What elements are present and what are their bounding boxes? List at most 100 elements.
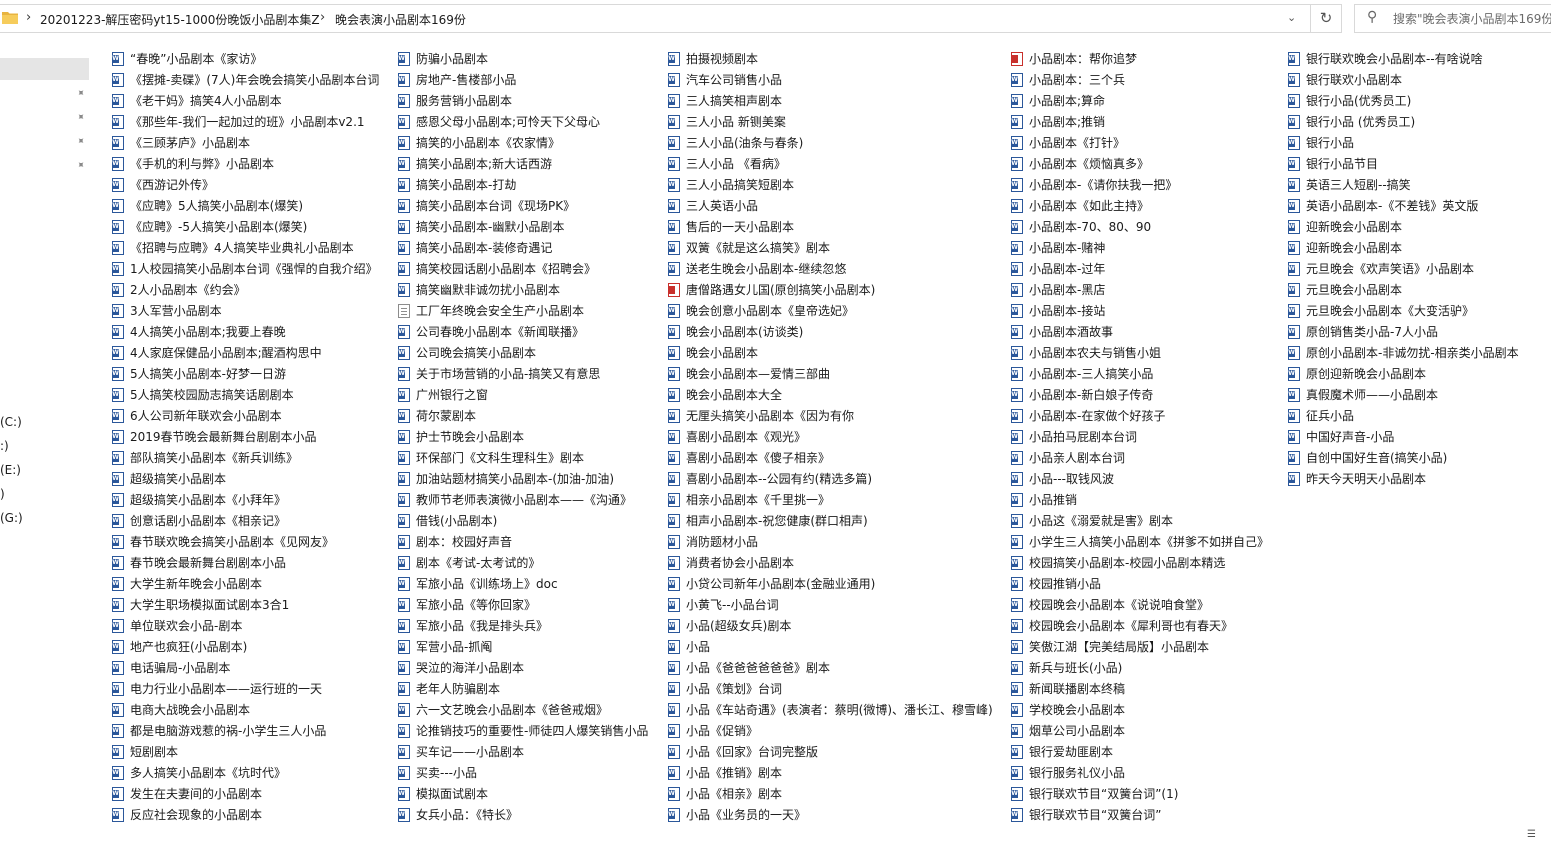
file-item[interactable]: 部队搞笑小品剧本《新兵训练》 bbox=[112, 447, 379, 468]
file-item[interactable]: 晚会小品剧本 bbox=[668, 342, 993, 363]
file-item[interactable]: 3人军营小品剧本 bbox=[112, 300, 379, 321]
file-item[interactable]: 4人搞笑小品剧本;我要上春晚 bbox=[112, 321, 379, 342]
file-item[interactable]: 银行小品(优秀员工) bbox=[1288, 90, 1519, 111]
file-item[interactable]: 银行小品 bbox=[1288, 132, 1519, 153]
file-item[interactable]: 电话骗局-小品剧本 bbox=[112, 657, 379, 678]
file-item[interactable]: 喜剧小品剧本《观光》 bbox=[668, 426, 993, 447]
file-item[interactable]: 银行服务礼仪小品 bbox=[1011, 762, 1269, 783]
file-item[interactable]: 小品剧本-三人搞笑小品 bbox=[1011, 363, 1269, 384]
file-item[interactable]: 校园晚会小品剧本《说说咱食堂》 bbox=[1011, 594, 1269, 615]
file-item[interactable]: 小品《爸爸爸爸爸爸》剧本 bbox=[668, 657, 993, 678]
file-item[interactable]: 校园搞笑小品剧本-校园小品剧本精选 bbox=[1011, 552, 1269, 573]
file-item[interactable]: 搞笑的小品剧本《农家情》 bbox=[398, 132, 648, 153]
file-item[interactable]: 消费者协会小品剧本 bbox=[668, 552, 993, 573]
file-item[interactable]: 搞笑校园话剧小品剧本《招聘会》 bbox=[398, 258, 648, 279]
file-item[interactable]: 小品剧本《打针》 bbox=[1011, 132, 1269, 153]
file-item[interactable]: 《三顾茅庐》小品剧本 bbox=[112, 132, 379, 153]
file-item[interactable]: 5人搞笑校园励志搞笑话剧剧本 bbox=[112, 384, 379, 405]
file-item[interactable]: 英语三人短剧--搞笑 bbox=[1288, 174, 1519, 195]
file-item[interactable]: 三人小品搞笑短剧本 bbox=[668, 174, 993, 195]
file-item[interactable]: 护士节晚会小品剧本 bbox=[398, 426, 648, 447]
file-item[interactable]: 小品剧本-黑店 bbox=[1011, 279, 1269, 300]
nav-drive-g[interactable]: (G:) bbox=[0, 511, 23, 525]
file-item[interactable]: 小品剧本-《请你扶我一把》 bbox=[1011, 174, 1269, 195]
file-item[interactable]: 小品剧本：帮你追梦 bbox=[1011, 48, 1269, 69]
file-item[interactable]: 新闻联播剧本终稿 bbox=[1011, 678, 1269, 699]
file-item[interactable]: 广州银行之窗 bbox=[398, 384, 648, 405]
file-item[interactable]: 剧本《考试-太考试的》 bbox=[398, 552, 648, 573]
file-item[interactable]: 小品亲人剧本台词 bbox=[1011, 447, 1269, 468]
pin-icon[interactable]: ✦ bbox=[73, 111, 87, 125]
file-item[interactable]: 征兵小品 bbox=[1288, 405, 1519, 426]
file-item[interactable]: 房地产-售楼部小品 bbox=[398, 69, 648, 90]
file-item[interactable]: 迎新晚会小品剧本 bbox=[1288, 216, 1519, 237]
file-item[interactable]: 老年人防骗剧本 bbox=[398, 678, 648, 699]
file-item[interactable]: 英语小品剧本-《不差钱》英文版 bbox=[1288, 195, 1519, 216]
file-item[interactable]: 校园推销小品 bbox=[1011, 573, 1269, 594]
file-item[interactable]: 小品(超级女兵)剧本 bbox=[668, 615, 993, 636]
file-item[interactable]: 消防题材小品 bbox=[668, 531, 993, 552]
file-item[interactable]: 真假魔术师——小品剧本 bbox=[1288, 384, 1519, 405]
file-item[interactable]: 小品剧本-70、80、90 bbox=[1011, 216, 1269, 237]
file-item[interactable]: 原创迎新晚会小品剧本 bbox=[1288, 363, 1519, 384]
file-item[interactable]: 汽车公司销售小品 bbox=[668, 69, 993, 90]
file-item[interactable]: 春节晚会最新舞台剧剧本小品 bbox=[112, 552, 379, 573]
file-item[interactable]: 6人公司新年联欢会小品剧本 bbox=[112, 405, 379, 426]
file-item[interactable]: 校园晚会小品剧本《犀利哥也有春天》 bbox=[1011, 615, 1269, 636]
file-item[interactable]: 《应聘》-5人搞笑小品剧本(爆笑) bbox=[112, 216, 379, 237]
file-item[interactable]: 银行小品 (优秀员工) bbox=[1288, 111, 1519, 132]
nav-selected-item[interactable] bbox=[0, 58, 89, 80]
file-item[interactable]: 中国好声音-小品 bbox=[1288, 426, 1519, 447]
file-item[interactable]: 创意话剧小品剧本《相亲记》 bbox=[112, 510, 379, 531]
file-item[interactable]: 相声小品剧本-祝您健康(群口相声) bbox=[668, 510, 993, 531]
file-item[interactable]: 小品剧本《烦恼真多》 bbox=[1011, 153, 1269, 174]
file-item[interactable]: 军营小品-抓阄 bbox=[398, 636, 648, 657]
file-item[interactable]: 防骗小品剧本 bbox=[398, 48, 648, 69]
file-item[interactable]: 新兵与班长(小品) bbox=[1011, 657, 1269, 678]
file-item[interactable]: 模拟面试剧本 bbox=[398, 783, 648, 804]
file-item[interactable]: 售后的一天小品剧本 bbox=[668, 216, 993, 237]
file-item[interactable]: 军旅小品《训练场上》doc bbox=[398, 573, 648, 594]
file-item[interactable]: 昨天今天明天小品剧本 bbox=[1288, 468, 1519, 489]
file-item[interactable]: 搞笑幽默非诚勿扰小品剧本 bbox=[398, 279, 648, 300]
file-item[interactable]: 小品《促销》 bbox=[668, 720, 993, 741]
file-item[interactable]: 元旦晚会小品剧本 bbox=[1288, 279, 1519, 300]
file-item[interactable]: 借钱(小品剧本) bbox=[398, 510, 648, 531]
file-item[interactable]: 《招聘与应聘》4人搞笑毕业典礼小品剧本 bbox=[112, 237, 379, 258]
file-item[interactable]: 2人小品剧本《约会》 bbox=[112, 279, 379, 300]
file-item[interactable]: 银行联欢节目“双簧台词”(1) bbox=[1011, 783, 1269, 804]
file-item[interactable]: 元旦晚会《欢声笑语》小品剧本 bbox=[1288, 258, 1519, 279]
file-item[interactable]: 三人小品 新铡美案 bbox=[668, 111, 993, 132]
file-item[interactable]: 小品剧本农夫与销售小姐 bbox=[1011, 342, 1269, 363]
file-item[interactable]: 加油站题材搞笑小品剧本-(加油-加油) bbox=[398, 468, 648, 489]
file-item[interactable]: 多人搞笑小品剧本《坑时代》 bbox=[112, 762, 379, 783]
file-item[interactable]: 晚会创意小品剧本《皇帝选妃》 bbox=[668, 300, 993, 321]
file-item[interactable]: “春晚”小品剧本《家访》 bbox=[112, 48, 379, 69]
file-item[interactable]: 元旦晚会小品剧本《大变活驴》 bbox=[1288, 300, 1519, 321]
file-item[interactable]: 笑傲江湖【完美结局版】小品剧本 bbox=[1011, 636, 1269, 657]
file-item[interactable]: 都是电脑游戏惹的祸-小学生三人小品 bbox=[112, 720, 379, 741]
file-item[interactable]: 小品剧本;推销 bbox=[1011, 111, 1269, 132]
file-item[interactable]: 晚会小品剧本(访谈类) bbox=[668, 321, 993, 342]
file-item[interactable]: 公司晚会搞笑小品剧本 bbox=[398, 342, 648, 363]
file-item[interactable]: 关于市场营销的小品-搞笑又有意思 bbox=[398, 363, 648, 384]
file-item[interactable]: 军旅小品《等你回家》 bbox=[398, 594, 648, 615]
file-item[interactable]: 相亲小品剧本《千里挑一》 bbox=[668, 489, 993, 510]
file-item[interactable]: 4人家庭保健品小品剧本;醒酒构思中 bbox=[112, 342, 379, 363]
file-item[interactable]: 银行爱劫匪剧本 bbox=[1011, 741, 1269, 762]
file-item[interactable]: 原创小品剧本-非诚勿扰-相亲类小品剧本 bbox=[1288, 342, 1519, 363]
breadcrumb-current-folder[interactable]: 晚会表演小品剧本169份 bbox=[335, 11, 466, 28]
file-item[interactable]: 《摆摊-卖碟》(7人)年会晚会搞笑小品剧本台词 bbox=[112, 69, 379, 90]
file-item[interactable]: 小品《车站奇遇》(表演者：蔡明(微博)、潘长江、穆雪峰) bbox=[668, 699, 993, 720]
file-item[interactable]: 搞笑小品剧本;新大话西游 bbox=[398, 153, 648, 174]
file-item[interactable]: 《老干妈》搞笑4人小品剧本 bbox=[112, 90, 379, 111]
file-item[interactable]: 学校晚会小品剧本 bbox=[1011, 699, 1269, 720]
file-item[interactable]: 军旅小品《我是排头兵》 bbox=[398, 615, 648, 636]
file-item[interactable]: 小品剧本-赌神 bbox=[1011, 237, 1269, 258]
file-item[interactable]: 单位联欢会小品-剧本 bbox=[112, 615, 379, 636]
file-item[interactable]: 喜剧小品剧本--公园有约(精选多篇) bbox=[668, 468, 993, 489]
file-item[interactable]: 5人搞笑小品剧本-好梦一日游 bbox=[112, 363, 379, 384]
file-item[interactable]: 迎新晚会小品剧本 bbox=[1288, 237, 1519, 258]
file-item[interactable]: 银行联欢节目“双簧台词” bbox=[1011, 804, 1269, 825]
file-item[interactable]: 烟草公司小品剧本 bbox=[1011, 720, 1269, 741]
